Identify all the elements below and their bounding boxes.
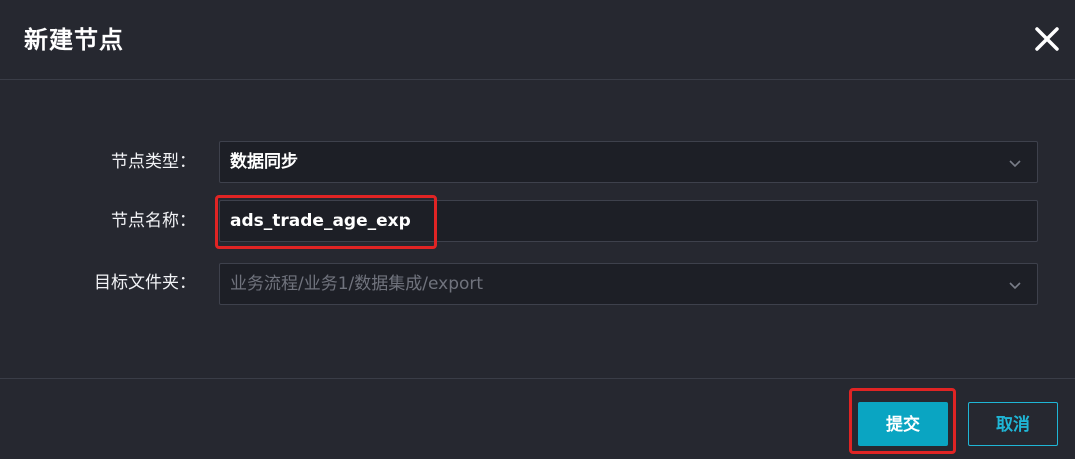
chevron-down-icon xyxy=(1007,155,1023,171)
target-folder-label: 目标文件夹： xyxy=(94,273,196,293)
new-node-dialog: 新建节点 节点类型： 数据同步 节点名称： ads_trade_age_exp … xyxy=(0,0,1075,459)
submit-button[interactable]: 提交 xyxy=(858,402,948,446)
node-name-input[interactable]: ads_trade_age_exp xyxy=(219,200,1038,242)
chevron-down-icon xyxy=(1007,277,1023,293)
target-folder-value: 业务流程/业务1/数据集成/export xyxy=(230,274,484,294)
node-type-value: 数据同步 xyxy=(230,152,298,172)
node-type-select[interactable]: 数据同步 xyxy=(219,141,1038,183)
dialog-header: 新建节点 xyxy=(0,0,1075,80)
node-name-label: 节点名称： xyxy=(111,211,196,231)
cancel-button[interactable]: 取消 xyxy=(968,402,1058,446)
node-type-label: 节点类型： xyxy=(111,152,196,172)
node-name-value: ads_trade_age_exp xyxy=(230,211,411,231)
target-folder-select[interactable]: 业务流程/业务1/数据集成/export xyxy=(219,263,1038,305)
close-icon[interactable] xyxy=(1032,24,1062,54)
dialog-title: 新建节点 xyxy=(24,26,124,54)
